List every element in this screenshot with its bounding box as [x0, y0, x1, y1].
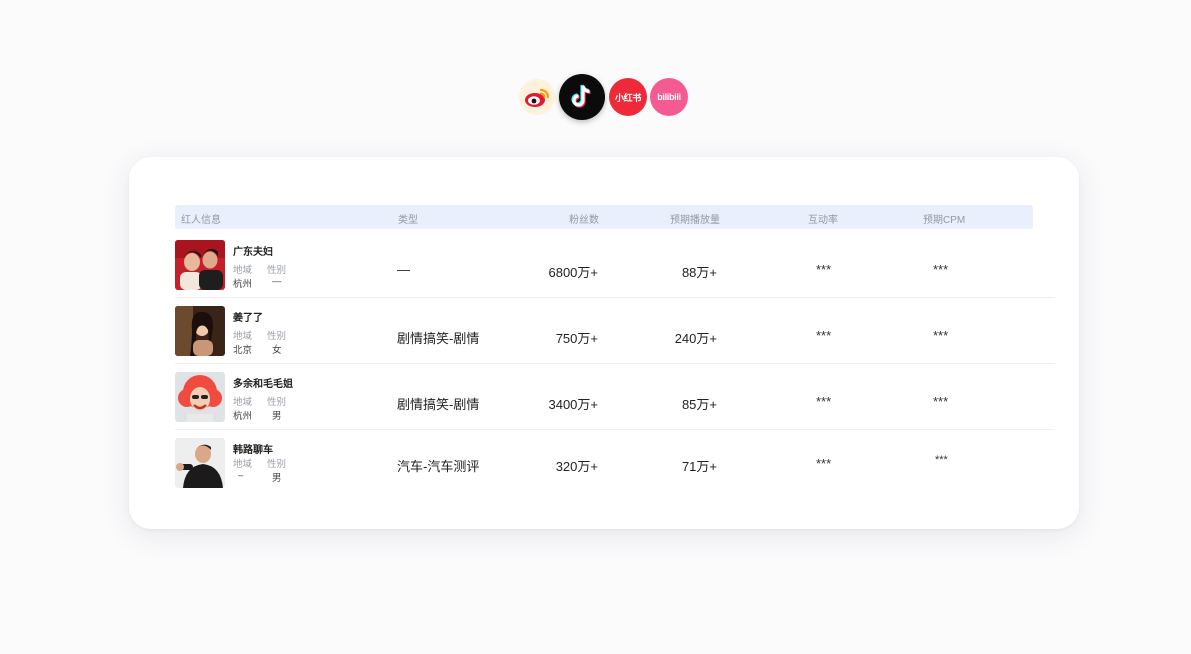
- engagement-cell: ***: [816, 394, 832, 409]
- cpm-cell: ***: [935, 454, 948, 466]
- header-fans: 粉丝数: [569, 215, 599, 226]
- region-value: 杭州: [233, 279, 253, 290]
- bilibili-logo-text: bilibili: [657, 92, 681, 102]
- fans-cell: 6800万+: [548, 265, 598, 280]
- engagement-cell: ***: [816, 456, 832, 471]
- type-cell: 剧情搞笑-剧情: [397, 397, 480, 412]
- avatar[interactable]: [175, 240, 225, 290]
- row-divider: [175, 429, 1055, 430]
- bilibili-icon[interactable]: bilibili: [650, 78, 688, 116]
- douyin-icon[interactable]: [559, 74, 605, 120]
- influencer-name[interactable]: 姜了了: [233, 309, 263, 324]
- type-cell: —: [397, 262, 410, 277]
- header-cpm: 预期CPM: [923, 215, 966, 226]
- table-row[interactable]: 姜了了 地域 性别 北京 女 剧情搞笑-剧情 750万+ 240万+ *** *…: [129, 302, 1079, 368]
- row-divider: [175, 363, 1055, 364]
- fans-cell: 750万+: [555, 331, 598, 346]
- engagement-cell: ***: [816, 328, 832, 343]
- cpm-cell: ***: [933, 394, 949, 409]
- avatar[interactable]: [175, 306, 225, 356]
- gender-label: 性别: [267, 397, 287, 408]
- plays-cell: 85万+: [681, 397, 717, 412]
- table-row[interactable]: 韩路聊车 地域 性别 – 男 汽车-汽车测评 320万+ 71万+ *** **…: [129, 434, 1079, 500]
- gender-value: 男: [272, 473, 282, 484]
- plays-cell: 88万+: [681, 265, 717, 280]
- region-value: 北京: [233, 345, 253, 356]
- cpm-cell: ***: [933, 262, 949, 277]
- engagement-cell: ***: [816, 262, 832, 277]
- region-label: 地域: [233, 397, 253, 408]
- type-cell: 汽车-汽车测评: [397, 459, 480, 474]
- region-label: 地域: [233, 331, 253, 342]
- gender-value: 男: [272, 411, 282, 422]
- weibo-icon[interactable]: [519, 79, 555, 115]
- gender-label: 性别: [267, 265, 287, 276]
- table-row[interactable]: 广东夫妇 地域 性别 杭州 — — 6800万+ 88万+ *** ***: [129, 236, 1079, 302]
- fans-cell: 3400万+: [548, 397, 598, 412]
- influencer-table-card: 红人信息 类型 粉丝数 预期播放量 互动率 预期CPM 广东夫妇 地域 性别 杭…: [129, 157, 1079, 529]
- xiaohongshu-icon[interactable]: 小红书: [609, 78, 647, 116]
- avatar[interactable]: [175, 438, 225, 488]
- gender-label: 性别: [267, 459, 287, 470]
- platform-icons: 小红书 bilibili: [517, 74, 697, 120]
- header-plays: 预期播放量: [670, 215, 720, 226]
- region-label: 地域: [233, 265, 253, 276]
- header-info: 红人信息: [181, 215, 221, 226]
- table-row[interactable]: 多余和毛毛姐 地域 性别 杭州 男 剧情搞笑-剧情 3400万+ 85万+ **…: [129, 368, 1079, 434]
- gender-value: —: [272, 276, 282, 287]
- header-type: 类型: [398, 215, 418, 226]
- avatar[interactable]: [175, 372, 225, 422]
- cpm-cell: ***: [933, 328, 949, 343]
- influencer-name[interactable]: 多余和毛毛姐: [233, 375, 293, 390]
- type-cell: 剧情搞笑-剧情: [397, 331, 480, 346]
- region-label: 地域: [233, 459, 253, 470]
- table-header: 红人信息 类型 粉丝数 预期播放量 互动率 预期CPM: [175, 205, 1033, 229]
- row-divider: [175, 297, 1055, 298]
- gender-value: 女: [272, 345, 282, 356]
- influencer-name[interactable]: 韩路聊车: [233, 441, 273, 456]
- region-value: 杭州: [233, 411, 253, 422]
- influencer-name[interactable]: 广东夫妇: [233, 243, 273, 258]
- plays-cell: 71万+: [681, 459, 717, 474]
- header-engagement: 互动率: [808, 215, 838, 226]
- region-value: –: [238, 470, 244, 481]
- fans-cell: 320万+: [555, 459, 598, 474]
- gender-label: 性别: [267, 331, 287, 342]
- xiaohongshu-logo-text: 小红书: [614, 92, 642, 103]
- plays-cell: 240万+: [674, 331, 717, 346]
